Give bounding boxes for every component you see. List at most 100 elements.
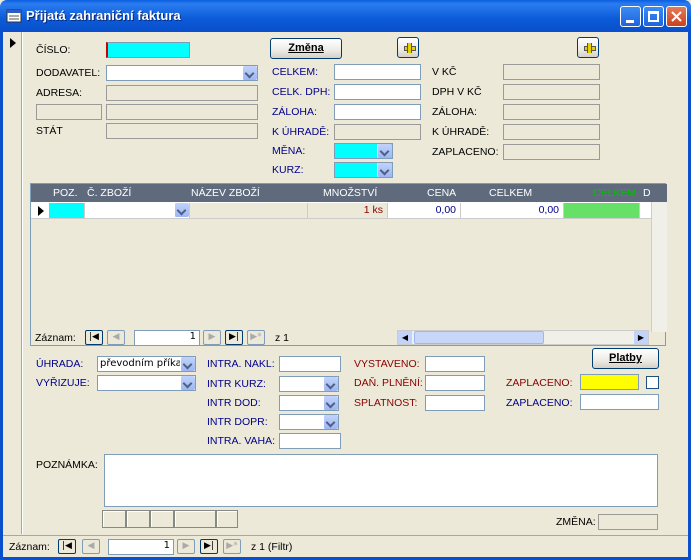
scroll-left-icon[interactable]: ◀ bbox=[398, 331, 412, 344]
nazev-zbozi-cell[interactable] bbox=[190, 203, 308, 218]
intr-kurz-combo[interactable] bbox=[279, 376, 339, 392]
zaplaceno-checkbox[interactable] bbox=[646, 376, 659, 389]
scroll-thumb[interactable] bbox=[414, 331, 544, 344]
zaplaceno-kc-field[interactable] bbox=[503, 144, 600, 160]
zaloha-kc-label: ZÁLOHA: bbox=[432, 106, 477, 118]
uhrada-combo[interactable]: převodním příka bbox=[97, 356, 196, 372]
adresa-field[interactable] bbox=[106, 85, 258, 101]
cislo-field[interactable] bbox=[106, 42, 190, 58]
c-zbozi-combo[interactable] bbox=[85, 203, 190, 218]
v-kc-field[interactable] bbox=[503, 64, 600, 80]
current-row-icon bbox=[38, 206, 44, 216]
poz-cell[interactable] bbox=[49, 203, 85, 218]
zaplaceno-kc-label: ZAPLACENO: bbox=[432, 146, 499, 158]
toggle-button[interactable] bbox=[126, 510, 150, 528]
chevron-down-icon[interactable] bbox=[242, 66, 257, 80]
mnozstvi-cell[interactable]: 1 ks bbox=[308, 203, 388, 218]
dodavatel-label: DODAVATEL: bbox=[36, 67, 101, 79]
intr-dod-combo[interactable] bbox=[279, 395, 339, 411]
adresa-label: ADRESA: bbox=[36, 87, 83, 99]
vyrizuje-combo[interactable] bbox=[97, 375, 196, 391]
dan-plneni-field[interactable] bbox=[425, 375, 485, 391]
celkem-cell[interactable]: 0,00 bbox=[461, 203, 564, 218]
close-button[interactable] bbox=[666, 6, 687, 27]
scroll-right-icon[interactable]: ▶ bbox=[634, 331, 648, 344]
chevron-down-icon[interactable] bbox=[323, 377, 338, 391]
close-icon bbox=[671, 11, 682, 22]
cena-cell[interactable]: 0,00 bbox=[388, 203, 461, 218]
zaloha-kc-field[interactable] bbox=[503, 104, 600, 120]
prev-record-icon[interactable]: ◀ bbox=[107, 330, 125, 345]
col-poz: POZ. bbox=[53, 187, 78, 199]
chevron-down-icon[interactable] bbox=[323, 415, 338, 429]
col-mnozstvi: MNOŽSTVÍ bbox=[323, 187, 378, 199]
intr-dopr-label: INTR DOPR: bbox=[207, 416, 268, 428]
kurz-label: KURZ: bbox=[272, 164, 304, 176]
items-horizontal-scrollbar[interactable]: ◀ ▶ bbox=[397, 330, 649, 345]
first-record-icon[interactable]: |◀ bbox=[85, 330, 103, 345]
splatnost-label: SPLATNOST: bbox=[354, 397, 418, 409]
intra-vaha-label: INTRA. VAHA: bbox=[207, 435, 276, 447]
maximize-icon bbox=[648, 11, 659, 22]
col-c-zbozi: Č. ZBOŽÍ bbox=[87, 187, 132, 199]
items-vertical-scrollbar[interactable] bbox=[651, 202, 667, 332]
minimize-icon bbox=[626, 20, 634, 23]
chevron-down-icon[interactable] bbox=[377, 163, 392, 177]
intra-vaha-field[interactable] bbox=[279, 433, 341, 449]
celkem-field[interactable] bbox=[334, 64, 421, 80]
zaloha-field[interactable] bbox=[334, 104, 421, 120]
next-record-icon[interactable]: ▶ bbox=[203, 330, 221, 345]
toggle-button[interactable] bbox=[174, 510, 216, 528]
dodavatel-combo[interactable] bbox=[106, 65, 258, 81]
record-selector[interactable] bbox=[3, 32, 23, 534]
add-plus-icon[interactable] bbox=[397, 37, 419, 58]
stat-field[interactable] bbox=[106, 123, 258, 139]
chevron-down-icon[interactable] bbox=[174, 203, 189, 217]
prev-record-icon[interactable]: ◀ bbox=[82, 539, 100, 554]
toggle-button[interactable] bbox=[102, 510, 126, 528]
vystaveno-label: VYSTAVENO: bbox=[354, 358, 420, 370]
zmena-field[interactable] bbox=[598, 514, 658, 530]
zmena-button[interactable]: Změna bbox=[270, 38, 342, 59]
zaplaceno-2-label: ZAPLACENO: bbox=[506, 397, 573, 409]
zaplaceno-field[interactable] bbox=[580, 374, 639, 390]
poznamka-textarea[interactable] bbox=[104, 454, 658, 507]
table-row[interactable]: 1 ks 0,00 0,00 bbox=[31, 202, 651, 219]
intr-dopr-combo[interactable] bbox=[279, 414, 339, 430]
platby-button[interactable]: Platby bbox=[592, 348, 659, 369]
next-record-icon[interactable]: ▶ bbox=[177, 539, 195, 554]
vystaveno-field[interactable] bbox=[425, 356, 485, 372]
mena-label: MĚNA: bbox=[272, 145, 306, 157]
new-record-icon[interactable]: ▶* bbox=[247, 330, 265, 345]
intra-nakl-field[interactable] bbox=[279, 356, 341, 372]
record-nav-input[interactable]: 1 bbox=[108, 539, 174, 555]
last-record-icon[interactable]: ▶| bbox=[200, 539, 218, 554]
k-uhrade-field[interactable] bbox=[334, 124, 421, 140]
col-d: D bbox=[643, 187, 651, 199]
chevron-down-icon[interactable] bbox=[180, 357, 195, 371]
chevron-down-icon[interactable] bbox=[323, 396, 338, 410]
kurz-combo[interactable] bbox=[334, 162, 393, 178]
splatnost-field[interactable] bbox=[425, 395, 485, 411]
k-uhrade-kc-field[interactable] bbox=[503, 124, 600, 140]
celkem-green-cell[interactable] bbox=[564, 203, 640, 218]
maximize-button[interactable] bbox=[643, 6, 664, 27]
new-record-icon[interactable]: ▶* bbox=[223, 539, 241, 554]
dph-v-kc-field[interactable] bbox=[503, 84, 600, 100]
add-plus-icon[interactable] bbox=[577, 37, 599, 58]
current-record-icon bbox=[10, 38, 16, 48]
toggle-button[interactable] bbox=[150, 510, 174, 528]
chevron-down-icon[interactable] bbox=[377, 144, 392, 158]
intr-kurz-label: INTR KURZ: bbox=[207, 378, 266, 390]
toggle-button[interactable] bbox=[216, 510, 238, 528]
psc-field[interactable] bbox=[36, 104, 102, 120]
mesto-field[interactable] bbox=[106, 104, 258, 120]
first-record-icon[interactable]: |◀ bbox=[58, 539, 76, 554]
celk-dph-field[interactable] bbox=[334, 84, 421, 100]
zaplaceno-2-field[interactable] bbox=[580, 394, 659, 410]
minimize-button[interactable] bbox=[620, 6, 641, 27]
last-record-icon[interactable]: ▶| bbox=[225, 330, 243, 345]
chevron-down-icon[interactable] bbox=[180, 376, 195, 390]
mena-combo[interactable] bbox=[334, 143, 393, 159]
items-nav-input[interactable]: 1 bbox=[134, 330, 200, 346]
